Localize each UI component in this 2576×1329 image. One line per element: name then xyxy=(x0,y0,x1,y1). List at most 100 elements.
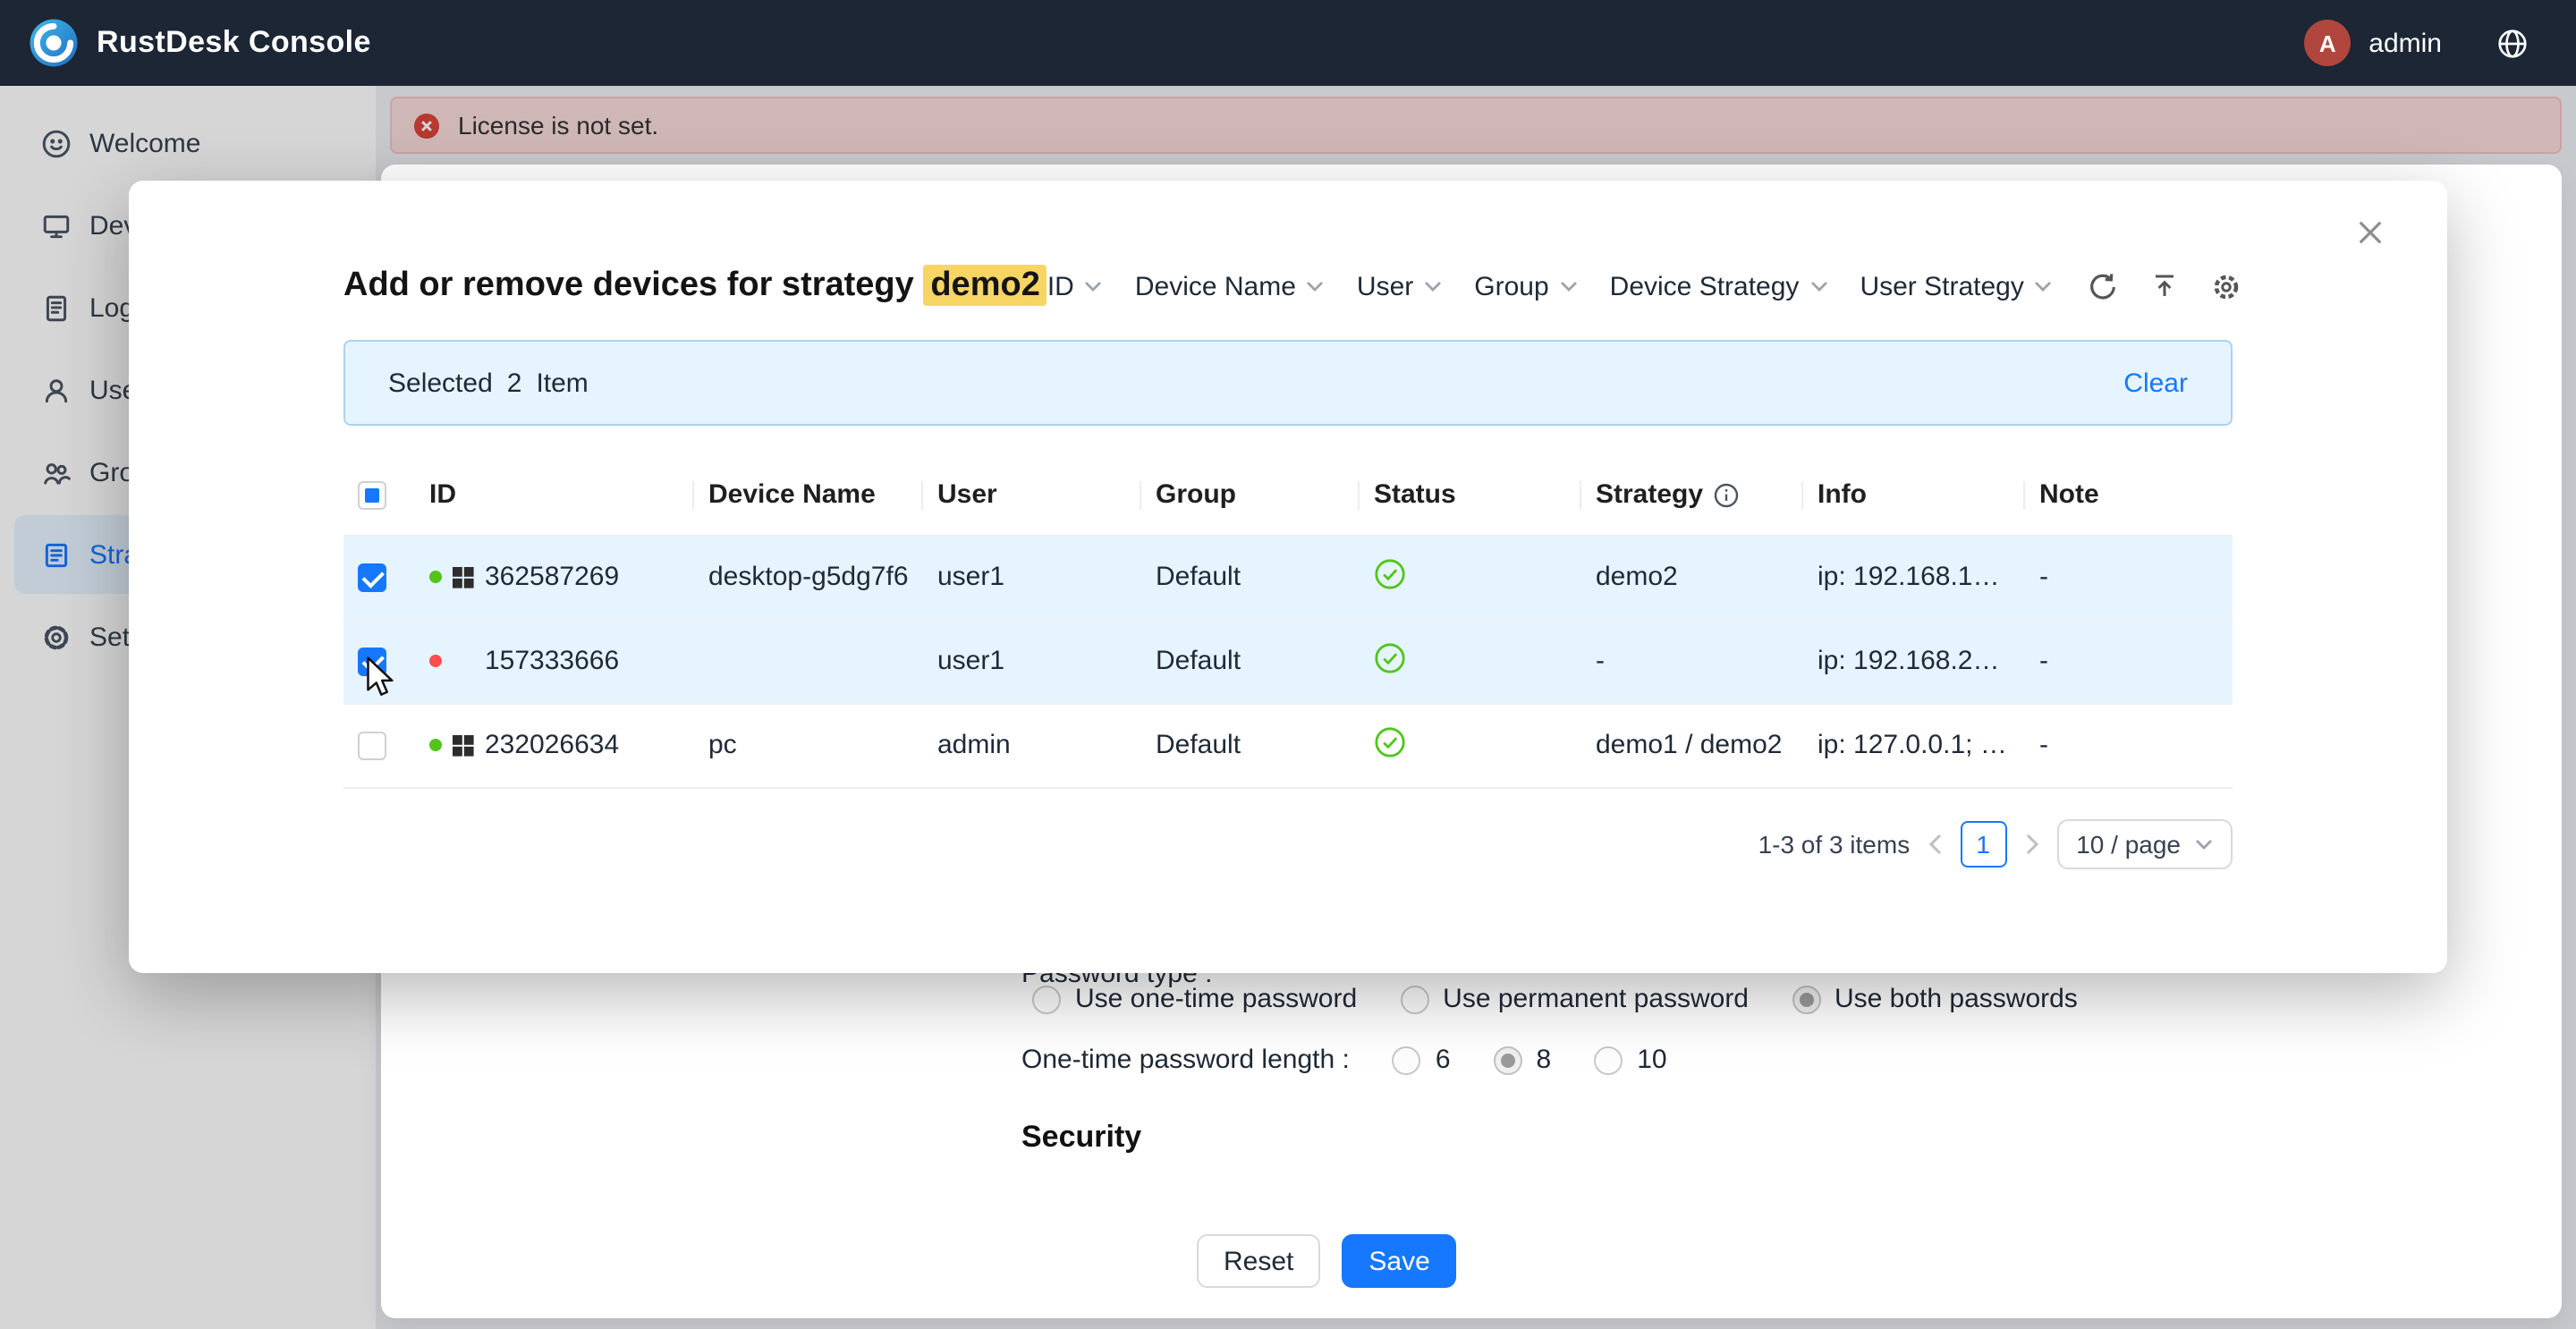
device-id: 157333666 xyxy=(485,646,619,676)
selection-suffix: Item xyxy=(536,368,588,398)
select-all-checkbox[interactable] xyxy=(358,482,386,511)
row-checkbox[interactable] xyxy=(358,732,386,760)
modal-header: Add or remove devices for strategy demo2… xyxy=(343,259,2233,313)
radio-otp-8[interactable]: 8 xyxy=(1494,1045,1552,1075)
gear-icon[interactable] xyxy=(2212,271,2242,301)
chevron-down-icon xyxy=(1085,281,1103,292)
radio-icon[interactable] xyxy=(1393,1045,1421,1074)
radio-otp-6[interactable]: 6 xyxy=(1393,1045,1451,1075)
radio-otp-10[interactable]: 10 xyxy=(1594,1045,1666,1075)
next-page-button[interactable] xyxy=(2024,833,2038,854)
column-header-status: Status xyxy=(1360,456,1581,535)
save-button[interactable]: Save xyxy=(1342,1234,1456,1288)
chevron-down-icon xyxy=(1424,281,1442,292)
table-row[interactable]: 232026634 pc admin Default demo1 / demo2… xyxy=(343,703,2233,787)
chevron-down-icon xyxy=(1809,281,1827,292)
windows-icon xyxy=(453,566,474,588)
filter-device-name[interactable]: Device Name xyxy=(1135,271,1325,301)
radio-label: Use permanent password xyxy=(1443,984,1749,1014)
radio-icon[interactable] xyxy=(1032,985,1061,1013)
column-header-id: ID xyxy=(415,456,694,535)
refresh-icon[interactable] xyxy=(2089,271,2119,301)
language-icon[interactable] xyxy=(2496,26,2529,60)
mouse-cursor xyxy=(363,655,395,699)
rustdesk-console-app: RustDesk Console A admin Welcome De xyxy=(0,0,2576,1329)
page-size-select[interactable]: 10 / page xyxy=(2056,818,2233,868)
radio-icon-selected[interactable] xyxy=(1494,1045,1522,1074)
import-icon[interactable] xyxy=(2151,272,2180,301)
status-ok-icon xyxy=(1374,725,1406,758)
add-remove-devices-modal: Add or remove devices for strategy demo2… xyxy=(129,181,2447,973)
modal-title: Add or remove devices for strategy demo2 xyxy=(343,267,1047,306)
group-cell: Default xyxy=(1141,619,1360,703)
radio-label: 10 xyxy=(1637,1045,1666,1075)
radio-use-one-time-password[interactable]: Use one-time password xyxy=(1032,984,1357,1014)
settings-footer: Reset Save xyxy=(1197,1234,1457,1288)
column-header-note: Note xyxy=(2025,456,2233,535)
filter-user[interactable]: User xyxy=(1357,271,1442,301)
windows-icon xyxy=(453,734,474,756)
clear-selection-link[interactable]: Clear xyxy=(2123,368,2188,398)
radio-icon-selected[interactable] xyxy=(1792,985,1820,1013)
os-icon-empty xyxy=(453,650,474,672)
group-cell: Default xyxy=(1141,703,1360,787)
column-header-device-name: Device Name xyxy=(694,456,923,535)
online-status-dot xyxy=(429,571,442,583)
prev-page-button[interactable] xyxy=(1928,833,1942,854)
pagination: 1-3 of 3 items 1 10 / page xyxy=(343,818,2233,868)
filter-label: Device Name xyxy=(1135,271,1296,301)
rustdesk-logo-icon xyxy=(29,18,79,68)
reset-button[interactable]: Reset xyxy=(1197,1234,1320,1288)
table-row[interactable]: 157333666 user1 Default - ip: 192.168.20… xyxy=(343,619,2233,703)
offline-status-dot xyxy=(429,655,442,667)
filter-label: User Strategy xyxy=(1860,271,2023,301)
device-name-cell xyxy=(694,619,923,703)
status-ok-icon xyxy=(1374,641,1406,673)
radio-label: Use both passwords xyxy=(1835,984,2078,1014)
radio-icon[interactable] xyxy=(1400,985,1428,1013)
security-heading: Security xyxy=(1021,1120,1141,1155)
column-header-user: User xyxy=(923,456,1141,535)
filter-device-strategy[interactable]: Device Strategy xyxy=(1610,271,1828,301)
info-cell: ip: 192.168.10.1... xyxy=(1803,535,2025,619)
note-cell: - xyxy=(2025,703,2233,787)
close-icon[interactable] xyxy=(2354,216,2386,249)
status-ok-icon xyxy=(1374,557,1406,589)
strategy-cell: - xyxy=(1581,619,1803,703)
pagination-total: 1-3 of 3 items xyxy=(1758,829,1911,858)
filter-label: Group xyxy=(1474,271,1548,301)
devices-table: ID Device Name User Group Status Strateg… xyxy=(343,456,2233,788)
online-status-dot xyxy=(429,739,442,751)
radio-use-permanent-password[interactable]: Use permanent password xyxy=(1400,984,1749,1014)
device-id: 362587269 xyxy=(485,562,619,592)
selection-prefix: Selected xyxy=(388,368,493,398)
username: admin xyxy=(2368,28,2442,58)
filter-user-strategy[interactable]: User Strategy xyxy=(1860,271,2052,301)
radio-use-both-passwords[interactable]: Use both passwords xyxy=(1792,984,2078,1014)
radio-icon[interactable] xyxy=(1594,1045,1623,1074)
brand: RustDesk Console xyxy=(29,0,371,86)
note-cell: - xyxy=(2025,535,2233,619)
password-type-options: Use one-time password Use permanent pass… xyxy=(1032,984,2078,1014)
app-title: RustDesk Console xyxy=(97,25,371,61)
filter-label: User xyxy=(1357,271,1413,301)
table-header-row: ID Device Name User Group Status Strateg… xyxy=(343,456,2233,535)
page-1-button[interactable]: 1 xyxy=(1960,820,2006,867)
user-avatar[interactable]: A xyxy=(2304,20,2351,66)
row-checkbox[interactable] xyxy=(358,563,386,592)
info-icon[interactable] xyxy=(1714,483,1739,508)
radio-label: 6 xyxy=(1436,1045,1451,1075)
filter-label: Device Strategy xyxy=(1610,271,1800,301)
device-name-cell: pc xyxy=(694,703,923,787)
otp-length-label: One-time password length : xyxy=(1021,1045,1350,1075)
chevron-down-icon xyxy=(1307,281,1325,292)
filter-id[interactable]: ID xyxy=(1047,271,1103,301)
selection-count: 2 xyxy=(507,368,522,398)
filter-group[interactable]: Group xyxy=(1474,271,1577,301)
filter-bar: ID Device Name User Group Device Strateg… xyxy=(1047,271,2242,301)
table-row[interactable]: 362587269 desktop-g5dg7f6 user1 Default … xyxy=(343,535,2233,619)
chevron-down-icon xyxy=(2195,838,2213,849)
page-size-value: 10 / page xyxy=(2076,829,2181,858)
strategy-name-highlight: demo2 xyxy=(923,265,1047,306)
info-cell: ip: 127.0.0.1; ve... xyxy=(1803,703,2025,787)
